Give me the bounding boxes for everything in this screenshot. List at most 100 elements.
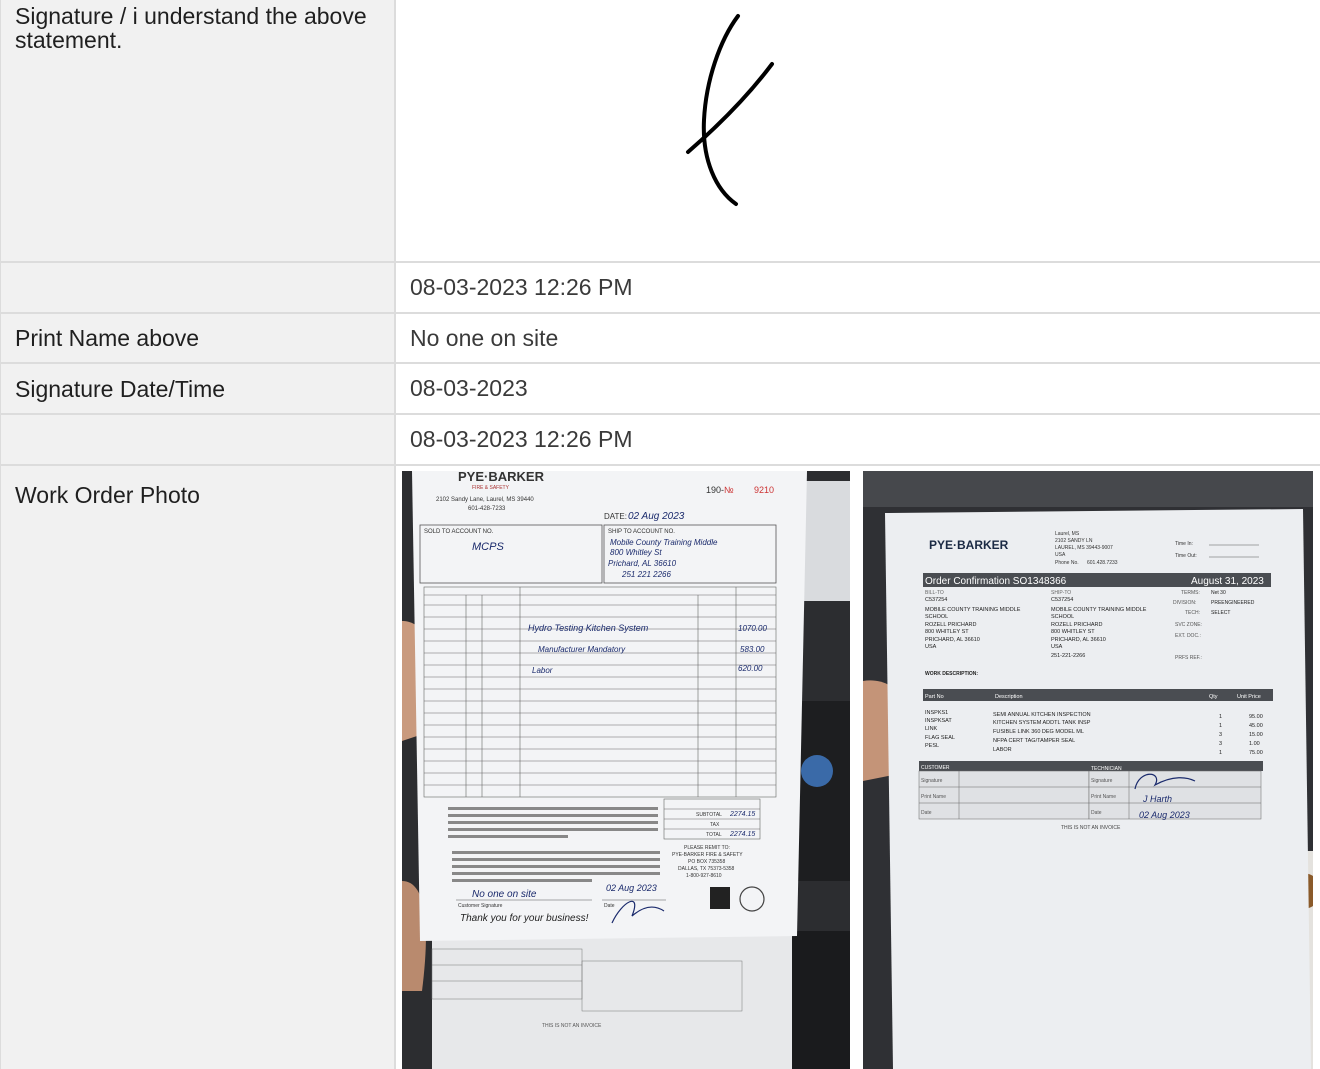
photo1-item-2: Manufacturer Mandatory [538, 645, 626, 654]
photo1-customer-sig-label: Customer Signature [458, 903, 503, 909]
photo1-address: 2102 Sandy Lane, Laurel, MS 39440 [436, 497, 534, 503]
work-order-photo-row: Work Order Photo PYE·BARKER FIRE & SAFET… [0, 466, 1320, 1069]
photo1-remit-5: 1-800-927-8610 [686, 873, 722, 879]
photo2-tech: SELECT [1211, 610, 1230, 616]
photo2-tech-date-label: Date [1091, 810, 1102, 816]
photo1-date-sig-value: 02 Aug 2023 [606, 883, 657, 893]
photo2-line-1-part: INSPKS1 [925, 710, 948, 716]
empty-label [0, 263, 396, 312]
photo1-remit-2: PYE-BARKER FIRE & SAFETY [672, 852, 743, 858]
print-name-label: Print Name above [0, 314, 396, 362]
photo1-remit-4: DALLAS, TX 75373-5358 [678, 866, 735, 872]
photo2-bill-3: SCHOOL [925, 614, 948, 620]
photo2-division-label: DIVISION: [1173, 600, 1196, 606]
photo2-ship-8: 251-221-2266 [1051, 653, 1085, 659]
photo2-bill-1: C537254 [925, 597, 947, 603]
photo2-tech-print-name-label: Print Name [1091, 794, 1116, 800]
work-order-photo-label: Work Order Photo [0, 466, 396, 1069]
photo2-cust-signature-label: Signature [921, 778, 943, 784]
photo2-line-5-desc: LABOR [993, 747, 1012, 753]
photo2-line-4-desc: NFPA CERT TAG/TAMPER SEAL [993, 738, 1075, 744]
photo2-bill-to-label: BILL-TO [925, 590, 944, 596]
timestamp-row-2: 08-03-2023 12:26 PM [0, 415, 1320, 466]
photo1-date-sig-label: Date [604, 903, 615, 909]
photo2-bill-6: PRICHARD, AL 36610 [925, 637, 980, 643]
photo1-date-value: 02 Aug 2023 [628, 511, 685, 522]
photo2-work-desc-label: WORK DESCRIPTION: [925, 671, 978, 677]
photo2-line-2-qty: 1 [1219, 723, 1222, 729]
photo1-tax-label: TAX [710, 822, 720, 828]
photo1-customer-sig-value: No one on site [472, 889, 537, 900]
handwritten-signature [686, 14, 774, 206]
photo2-line-5-price: 75.00 [1249, 750, 1263, 756]
photo1-order-prefix: 190- [706, 485, 724, 495]
photo2-addr-3: LAUREL, MS 39443-9007 [1055, 545, 1113, 551]
photo1-item-3: Labor [532, 666, 553, 675]
photo2-svc-zone-label: SVC ZONE: [1175, 622, 1202, 628]
photo2-ship-4: ROZELL PRICHARD [1051, 622, 1102, 628]
photo2-line-3-price: 15.00 [1249, 732, 1263, 738]
photo1-ship-line-2: 800 Whitley St [610, 548, 662, 557]
photo2-tech-signature-label: Signature [1091, 778, 1113, 784]
photo2-ship-to-label: SHIP-TO [1051, 590, 1071, 596]
photo2-line-2-part: INSPKSAT [925, 718, 952, 724]
photo1-amount-3: 620.00 [738, 664, 763, 673]
signature-date-label: Signature Date/Time [0, 364, 396, 413]
photo1-sold-to-value: MCPS [472, 541, 504, 553]
photo2-tech-date: 02 Aug 2023 [1139, 810, 1190, 820]
photo2-tech-label: TECH: [1185, 610, 1200, 616]
photo2-addr-2: 2102 SANDY LN [1055, 538, 1093, 544]
photo2-bill-5: 800 WHITLEY ST [925, 629, 969, 635]
photo2-time-out-label: Time Out: [1175, 553, 1197, 559]
photo1-subtotal: 2274.15 [729, 811, 755, 818]
photo2-ship-6: PRICHARD, AL 36610 [1051, 637, 1106, 643]
photo1-footer: THIS IS NOT AN INVOICE [542, 1023, 602, 1029]
work-order-photo-2[interactable]: PYE·BARKER Laurel, MS 2102 SANDY LN LAUR… [863, 471, 1313, 1069]
photo2-line-5-part: PESL [925, 743, 939, 749]
photo1-order-no-label: № [724, 485, 734, 495]
photo2-date: August 31, 2023 [1191, 576, 1264, 587]
empty-label-2 [0, 415, 396, 464]
photo2-line-3-part: LINK [925, 726, 938, 732]
photo1-total: 2274.15 [729, 831, 755, 838]
photo1-item-1: Hydro Testing Kitchen System [528, 623, 649, 633]
photo2-line-4-price: 1.00 [1249, 741, 1260, 747]
photo1-ship-line-1: Mobile County Training Middle [610, 538, 718, 547]
photo2-bill-2: MOBILE COUNTY TRAINING MIDDLE [925, 607, 1021, 613]
signature-date-value: 08-03-2023 [410, 375, 528, 401]
photo2-addr-1: Laurel, MS [1055, 531, 1080, 537]
photo1-ship-line-3: Prichard, AL 36610 [608, 559, 677, 568]
photo2-ship-2: MOBILE COUNTY TRAINING MIDDLE [1051, 607, 1147, 613]
photo2-line-2-desc: KITCHEN SYSTEM ADDTL TANK INSP [993, 720, 1091, 726]
photo2-bill-7: USA [925, 644, 937, 650]
timestamp-row: 08-03-2023 12:26 PM [0, 263, 1320, 314]
print-name-row: Print Name above No one on site [0, 314, 1320, 364]
photo2-line-1-qty: 1 [1219, 714, 1222, 720]
signature-label: Signature / i understand the above state… [0, 0, 396, 261]
photo2-customer-label: CUSTOMER [921, 765, 950, 771]
photo2-col-desc: Description [995, 694, 1023, 700]
photo2-terms: Net 30 [1211, 590, 1226, 596]
photo2-line-1-price: 95.00 [1249, 714, 1263, 720]
photo2-bill-4: ROZELL PRICHARD [925, 622, 976, 628]
signature-date-row: Signature Date/Time 08-03-2023 [0, 364, 1320, 415]
photo2-ship-7: USA [1051, 644, 1063, 650]
photo1-date-label: DATE: [604, 512, 627, 521]
photo2-ship-5: 800 WHITLEY ST [1051, 629, 1095, 635]
work-order-photo-1[interactable]: PYE·BARKER FIRE & SAFETY 2102 Sandy Lane… [402, 471, 850, 1069]
photo2-ext-doc-label: EXT. DOC.: [1175, 633, 1201, 639]
photo2-division: PREENGINEERED [1211, 600, 1255, 606]
photo1-sold-to-label: SOLD TO ACCOUNT NO. [424, 529, 494, 535]
photo1-company-sub: FIRE & SAFETY [472, 485, 510, 491]
photo2-phone-label: Phone No. [1055, 560, 1079, 566]
photo1-remit-1: PLEASE REMIT TO: [684, 845, 730, 851]
timestamp-value: 08-03-2023 12:26 PM [410, 274, 633, 300]
photo1-total-label: TOTAL [706, 832, 722, 838]
photo1-remit-3: PO BOX 735358 [688, 859, 725, 865]
photo2-col-part: Part No [925, 694, 944, 700]
photo1-order-no: 9210 [754, 485, 774, 495]
photo2-cust-date-label: Date [921, 810, 932, 816]
photo2-ship-1: C537254 [1051, 597, 1073, 603]
photo1-ship-to-label: SHIP TO ACCOUNT NO. [608, 529, 675, 535]
photo1-amount-2: 583.00 [740, 645, 765, 654]
